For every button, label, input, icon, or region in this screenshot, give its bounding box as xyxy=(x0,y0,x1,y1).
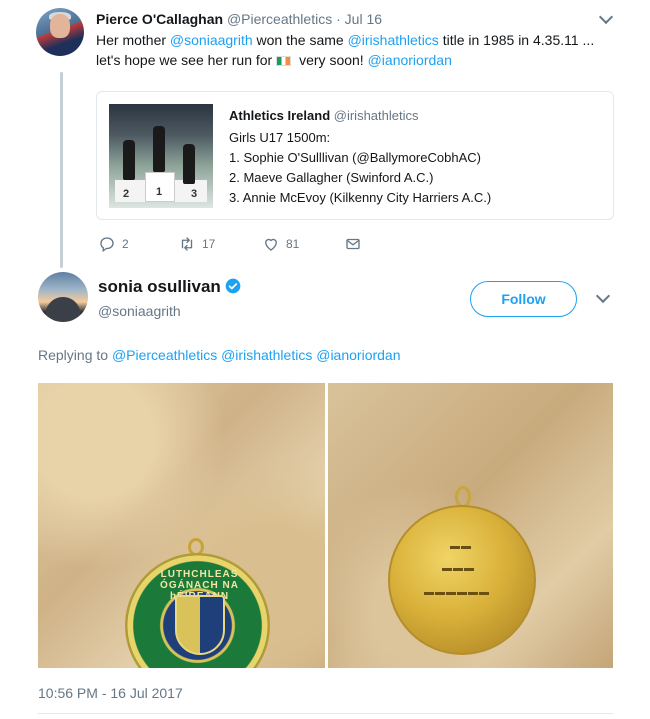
mention-irishathletics[interactable]: @irishathletics xyxy=(348,32,439,48)
dm-icon xyxy=(346,238,360,250)
replying-prefix: Replying to xyxy=(38,347,112,363)
tweet1-author-name[interactable]: Pierce O'Callaghan xyxy=(96,11,223,27)
tweet1-text-part: title in 1985 in 4.35.11 ... xyxy=(438,32,595,48)
replying-to-pierceathletics[interactable]: @Pierceathletics xyxy=(112,347,217,363)
like-count: 81 xyxy=(286,237,300,251)
tweet1-text-part: let's hope we see her run for xyxy=(96,52,273,68)
retweet-icon xyxy=(181,237,193,251)
reply-count: 2 xyxy=(122,237,129,251)
replying-to-ianoriordan[interactable]: @ianoriordan xyxy=(316,347,400,363)
medal-crest xyxy=(175,595,225,655)
avatar-sonia[interactable] xyxy=(38,272,88,322)
medal-back-photo[interactable]: ▬▬ ▬▬▬ ▬▬▬▬▬▬ xyxy=(328,383,613,668)
tweet1-text-part: won the same xyxy=(252,32,348,48)
quote-text-line: Girls U17 1500m: xyxy=(229,130,331,145)
like-icon xyxy=(265,238,277,251)
quote-author-handle[interactable]: @irishathletics xyxy=(334,108,419,123)
follow-button[interactable]: Follow xyxy=(470,281,577,317)
tweet1-author-handle[interactable]: @Pierceathletics xyxy=(227,11,332,27)
reply-timestamp[interactable]: 10:56 PM - 16 Jul 2017 xyxy=(38,684,183,702)
retweet-count: 17 xyxy=(202,237,216,251)
avatar-pierce[interactable] xyxy=(36,8,84,56)
tweet1-date[interactable]: Jul 16 xyxy=(345,11,382,27)
reply-author: sonia osullivan xyxy=(98,276,241,298)
quote-header: Athletics Ireland @irishathletics xyxy=(229,108,419,124)
tweet1-text-part: Her mother xyxy=(96,32,170,48)
mention-soniaagrith[interactable]: @soniaagrith xyxy=(170,32,253,48)
quote-author-name[interactable]: Athletics Ireland xyxy=(229,108,330,123)
podium-number: 1 xyxy=(156,186,163,198)
reply-author-handle[interactable]: @soniaagrith xyxy=(98,302,181,320)
tweet1-header: Pierce O'Callaghan @Pierceathletics · Ju… xyxy=(96,10,382,28)
medal-back: ▬▬ ▬▬▬ ▬▬▬▬▬▬ xyxy=(388,505,536,655)
divider xyxy=(38,713,613,714)
quoted-tweet-card[interactable]: 2 1 3 Athletics Ireland @irishathletics … xyxy=(96,91,614,220)
medal-front: LUTHCHLEAS ÓGÁNACH NA hÉIREANN xyxy=(125,553,270,668)
replying-to-line: Replying to @Pierceathletics @irishathle… xyxy=(38,346,401,364)
reply-icon xyxy=(100,237,114,253)
tweet1-text-part: very soon! xyxy=(295,52,368,68)
tweet1-separator: · xyxy=(332,11,345,27)
quote-text-line: 2. Maeve Gallagher (Swinford A.C.) xyxy=(229,170,434,185)
podium-photo[interactable]: 2 1 3 xyxy=(109,104,213,208)
podium-number: 3 xyxy=(191,188,198,200)
verified-icon xyxy=(225,278,241,294)
reply-button[interactable]: 2 xyxy=(98,234,129,254)
quote-text-line: 3. Annie McEvoy (Kilkenny City Harriers … xyxy=(229,190,492,205)
chevron-down-icon[interactable] xyxy=(595,288,611,304)
medal-front-photo[interactable]: LUTHCHLEAS ÓGÁNACH NA hÉIREANN xyxy=(38,383,325,668)
thread-connector xyxy=(60,72,63,268)
like-button[interactable]: 81 xyxy=(262,234,299,254)
mention-ianoriordan[interactable]: @ianoriordan xyxy=(368,52,452,68)
ireland-flag-icon xyxy=(276,56,292,66)
retweet-button[interactable]: 17 xyxy=(178,234,215,254)
quote-text-line: 1. Sophie O'Sulllivan (@BallymoreCobhAC) xyxy=(229,150,481,165)
tweet1-body: Her mother @soniaagrith won the same @ir… xyxy=(96,30,616,70)
chevron-down-icon[interactable] xyxy=(598,9,614,25)
dm-button[interactable] xyxy=(344,234,362,254)
reply-author-name[interactable]: sonia osullivan xyxy=(98,277,221,296)
replying-to-irishathletics[interactable]: @irishathletics xyxy=(221,347,312,363)
podium-number: 2 xyxy=(123,188,130,200)
